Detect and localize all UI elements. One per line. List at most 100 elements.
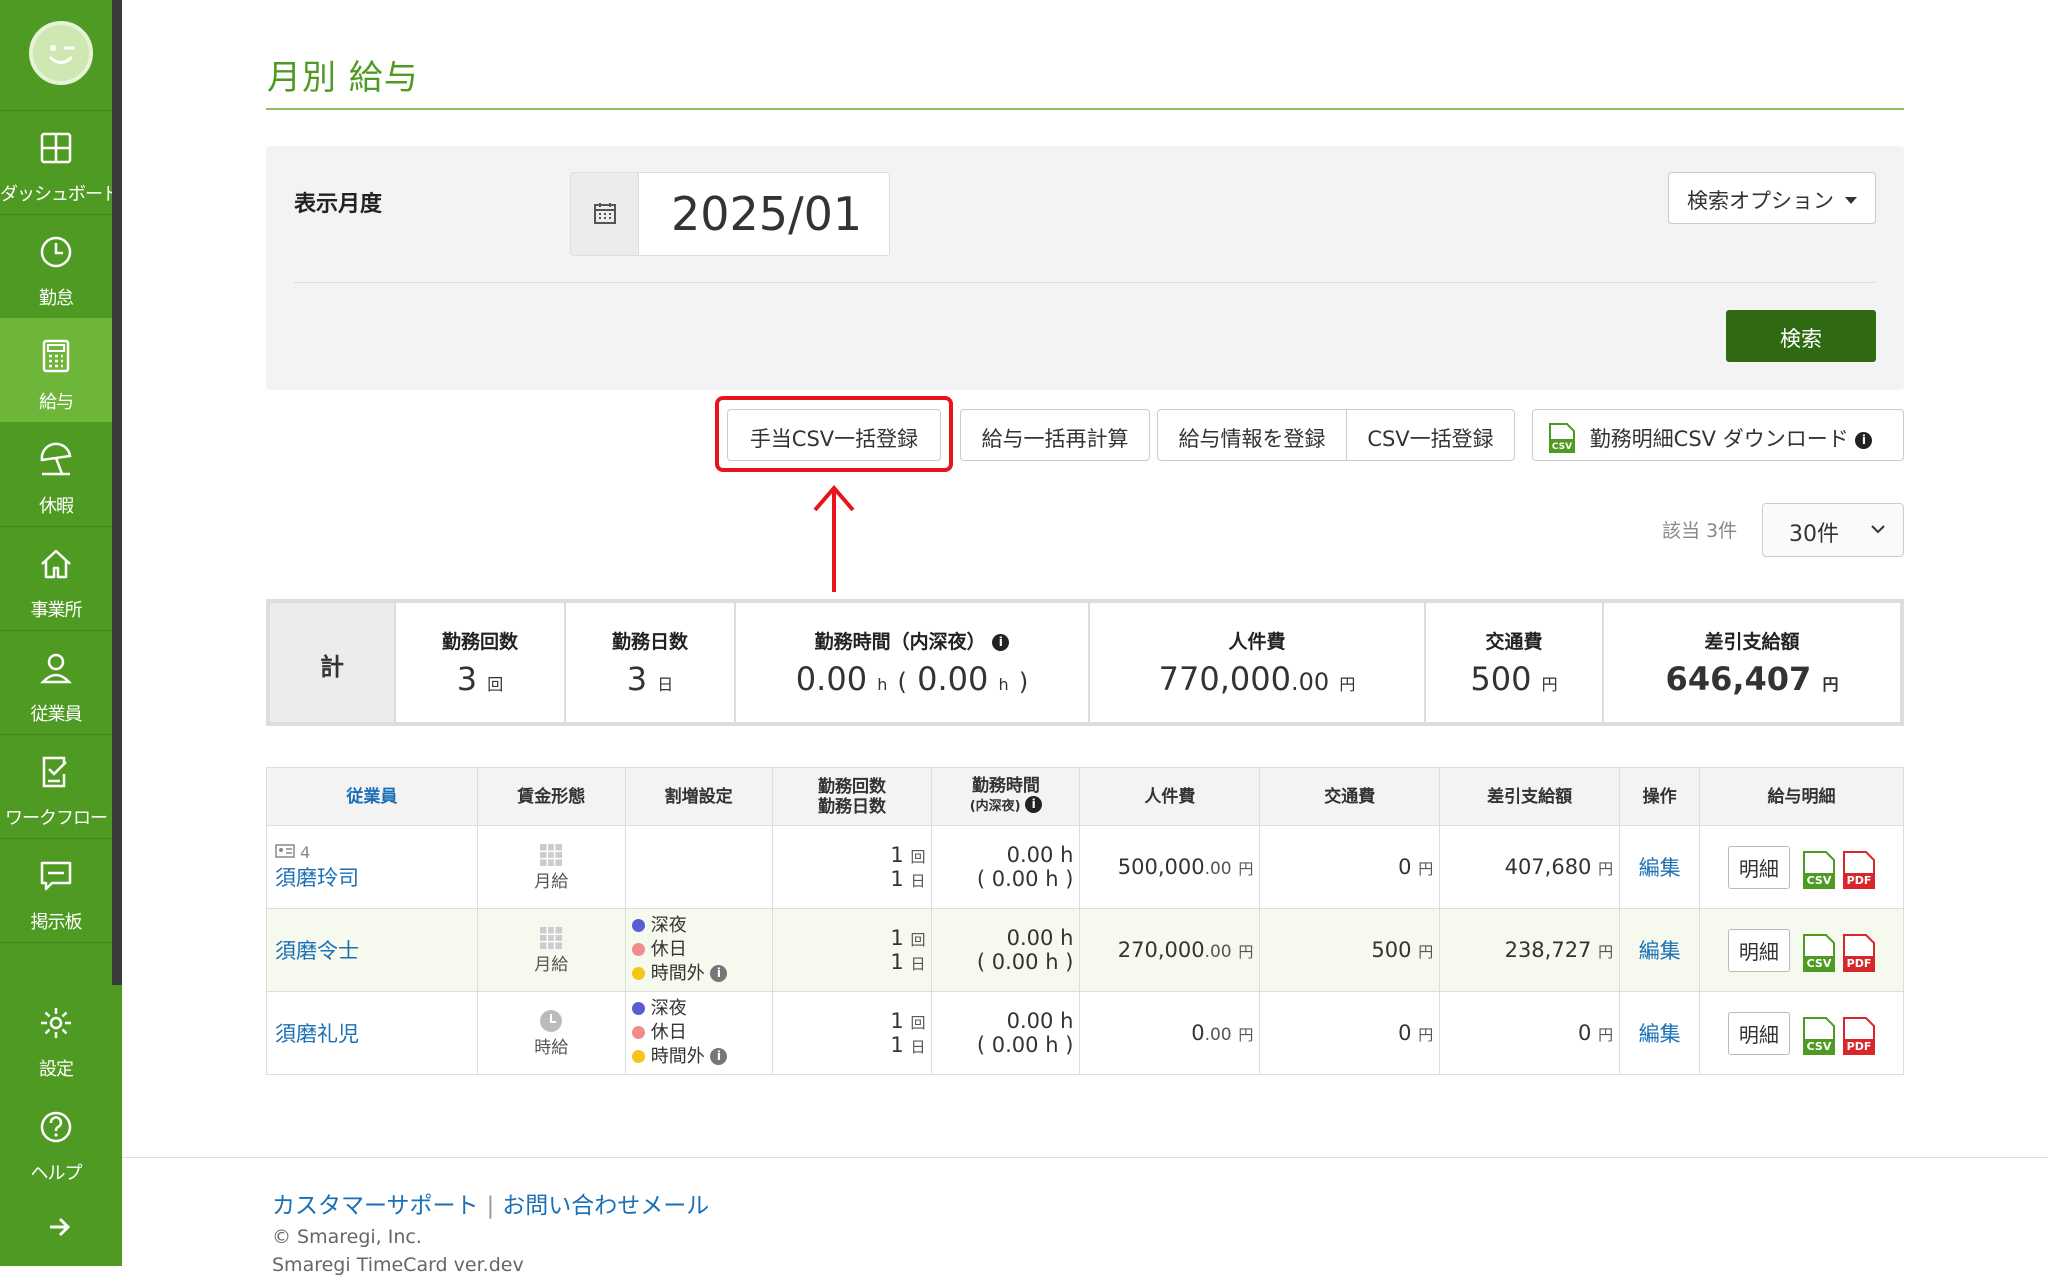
premium-label: 時間外 — [650, 1046, 705, 1067]
dashboard-icon — [40, 132, 72, 164]
employee-name-link[interactable]: 須磨令士 — [275, 935, 477, 965]
pdf-file-icon[interactable]: PDF — [1843, 850, 1876, 889]
info-icon[interactable]: i — [710, 965, 728, 982]
calculator-icon — [42, 339, 70, 373]
work-detail-csv-download-button[interactable]: CSV 勤務明細CSV ダウンロード i — [1532, 409, 1904, 461]
calendar-grid-icon — [540, 926, 563, 949]
register-pay-info-button[interactable]: 給与情報を登録 — [1157, 409, 1347, 461]
edit-link[interactable]: 編集 — [1619, 825, 1701, 909]
edit-link[interactable]: 編集 — [1619, 991, 1701, 1075]
sidebar-item-payroll[interactable]: 給与 — [0, 318, 112, 422]
unit-label: 円 — [1238, 860, 1254, 878]
transport-value: 0 — [1398, 1021, 1412, 1045]
summary-unit: h — [998, 675, 1009, 694]
month-value[interactable]: 2025/01 — [671, 187, 862, 241]
svg-text:CSV: CSV — [1806, 874, 1831, 887]
transport-cell: 500 円 — [1259, 908, 1441, 992]
calendar-grid-icon — [540, 843, 563, 866]
contact-mail-link[interactable]: お問い合わせメール — [502, 1193, 709, 1219]
employee-cell: 須磨令士 — [266, 908, 478, 992]
paren: ( — [897, 668, 907, 696]
days-value: 1 — [890, 950, 904, 974]
transport-value: 0 — [1398, 855, 1412, 879]
info-icon[interactable]: i — [1855, 432, 1873, 449]
avatar[interactable] — [29, 21, 93, 85]
customer-support-link[interactable]: カスタマーサポート — [272, 1193, 479, 1219]
premium-label: 休日 — [650, 1022, 687, 1043]
info-icon[interactable]: i — [1025, 796, 1043, 813]
sidebar-scrollbar[interactable] — [112, 0, 122, 985]
sidebar-item-label: ダッシュボード — [0, 184, 120, 205]
sidebar-item-leave[interactable]: 休暇 — [0, 422, 112, 526]
csv-bulk-import-button[interactable]: CSV一括登録 — [1346, 409, 1515, 461]
col-hours-line2: (内深夜) — [969, 799, 1021, 814]
transport-cell: 0 円 — [1259, 991, 1441, 1075]
id-card-icon — [275, 843, 295, 858]
info-icon[interactable]: i — [992, 634, 1010, 651]
gear-icon — [41, 1008, 71, 1038]
sidebar-item-dashboard[interactable]: ダッシュボード — [0, 110, 120, 214]
wage-type-cell: 月給 — [476, 825, 626, 909]
bulk-recalc-button[interactable]: 給与一括再計算 — [960, 409, 1150, 461]
hours-cell: 0.00 h ( 0.00 h ) — [931, 825, 1081, 909]
csv-file-icon[interactable]: CSV — [1802, 1016, 1835, 1055]
sidebar-item-attendance[interactable]: 勤怠 — [0, 214, 112, 318]
result-count: 該当 3件 — [1662, 520, 1738, 542]
unit-label: 円 — [1238, 943, 1254, 961]
sidebar-item-office[interactable]: 事業所 — [0, 526, 112, 630]
csv-file-icon[interactable]: CSV — [1802, 933, 1835, 972]
col-employee[interactable]: 従業員 — [266, 767, 478, 826]
summary-decimal: .00 — [1290, 668, 1330, 696]
pdf-file-icon[interactable]: PDF — [1843, 933, 1876, 972]
net-cell: 238,727 円 — [1439, 908, 1621, 992]
employee-name-link[interactable]: 須磨玲司 — [275, 862, 477, 892]
sidebar-item-label: ヘルプ — [30, 1163, 83, 1184]
unit-label: 円 — [1418, 860, 1434, 878]
svg-text:PDF: PDF — [1847, 874, 1872, 887]
arrow-right-icon[interactable] — [48, 1217, 72, 1237]
pdf-file-icon[interactable]: PDF — [1843, 1016, 1876, 1055]
premium-label: 深夜 — [650, 915, 687, 936]
svg-text:CSV: CSV — [1806, 957, 1831, 970]
clock-icon — [40, 236, 72, 268]
summary-box: 計 勤務回数 3 回 勤務日数 3 日 勤務時間（内深夜） i 0.00 h (… — [266, 599, 1904, 726]
overtime-dot — [631, 1050, 645, 1063]
edit-link[interactable]: 編集 — [1619, 908, 1701, 992]
night-dot — [631, 919, 645, 932]
unit-label: h — [1060, 843, 1074, 867]
search-button[interactable]: 検索 — [1726, 310, 1876, 362]
sidebar-item-label: 従業員 — [30, 704, 83, 725]
info-icon[interactable]: i — [710, 1048, 728, 1065]
employee-cell: 4 須磨玲司 — [266, 825, 478, 909]
month-picker[interactable]: 2025/01 — [570, 172, 890, 256]
days-value: 1 — [890, 1033, 904, 1057]
download-label: 勤務明細CSV ダウンロード — [1589, 427, 1849, 451]
month-label: 表示月度 — [294, 192, 383, 217]
csv-file-icon[interactable]: CSV — [1802, 850, 1835, 889]
calendar-button[interactable] — [571, 173, 639, 255]
col-count: 勤務回数 勤務日数 — [771, 767, 933, 826]
unit-label: 円 — [1238, 1026, 1254, 1044]
sidebar-item-settings[interactable]: 設定 — [0, 985, 112, 1089]
employee-name-link[interactable]: 須磨礼児 — [275, 1018, 477, 1048]
sidebar-item-employees[interactable]: 従業員 — [0, 630, 112, 734]
chat-icon — [40, 861, 72, 891]
sidebar-item-help[interactable]: ヘルプ — [0, 1089, 112, 1193]
detail-button[interactable]: 明細 — [1727, 928, 1790, 972]
col-transport: 交通費 — [1259, 767, 1441, 826]
col-hours: 勤務時間 (内深夜) i — [931, 767, 1081, 826]
detail-button[interactable]: 明細 — [1727, 845, 1790, 889]
hours-value: 0.00 — [1006, 843, 1054, 867]
summary-work-days: 勤務日数 3 日 — [564, 603, 734, 722]
caret-down-icon — [1845, 197, 1857, 204]
labor-decimal: .00 — [1204, 859, 1232, 879]
unit-label: 回 — [910, 931, 926, 949]
slip-cell: 明細 CSV PDF — [1699, 825, 1904, 909]
detail-button[interactable]: 明細 — [1727, 1011, 1790, 1055]
sidebar-item-board[interactable]: 掲示板 — [0, 838, 112, 942]
sidebar-item-workflow[interactable]: ワークフロー — [0, 734, 112, 838]
sidebar-item-label: 設定 — [39, 1059, 74, 1080]
table-header-row: 従業員 賃金形態 割増設定 勤務回数 勤務日数 勤務時間 (内深夜) i 人件費 交… — [266, 767, 1904, 826]
search-options-button[interactable]: 検索オプション — [1668, 172, 1876, 224]
per-page-select[interactable]: 30件 — [1762, 503, 1904, 557]
